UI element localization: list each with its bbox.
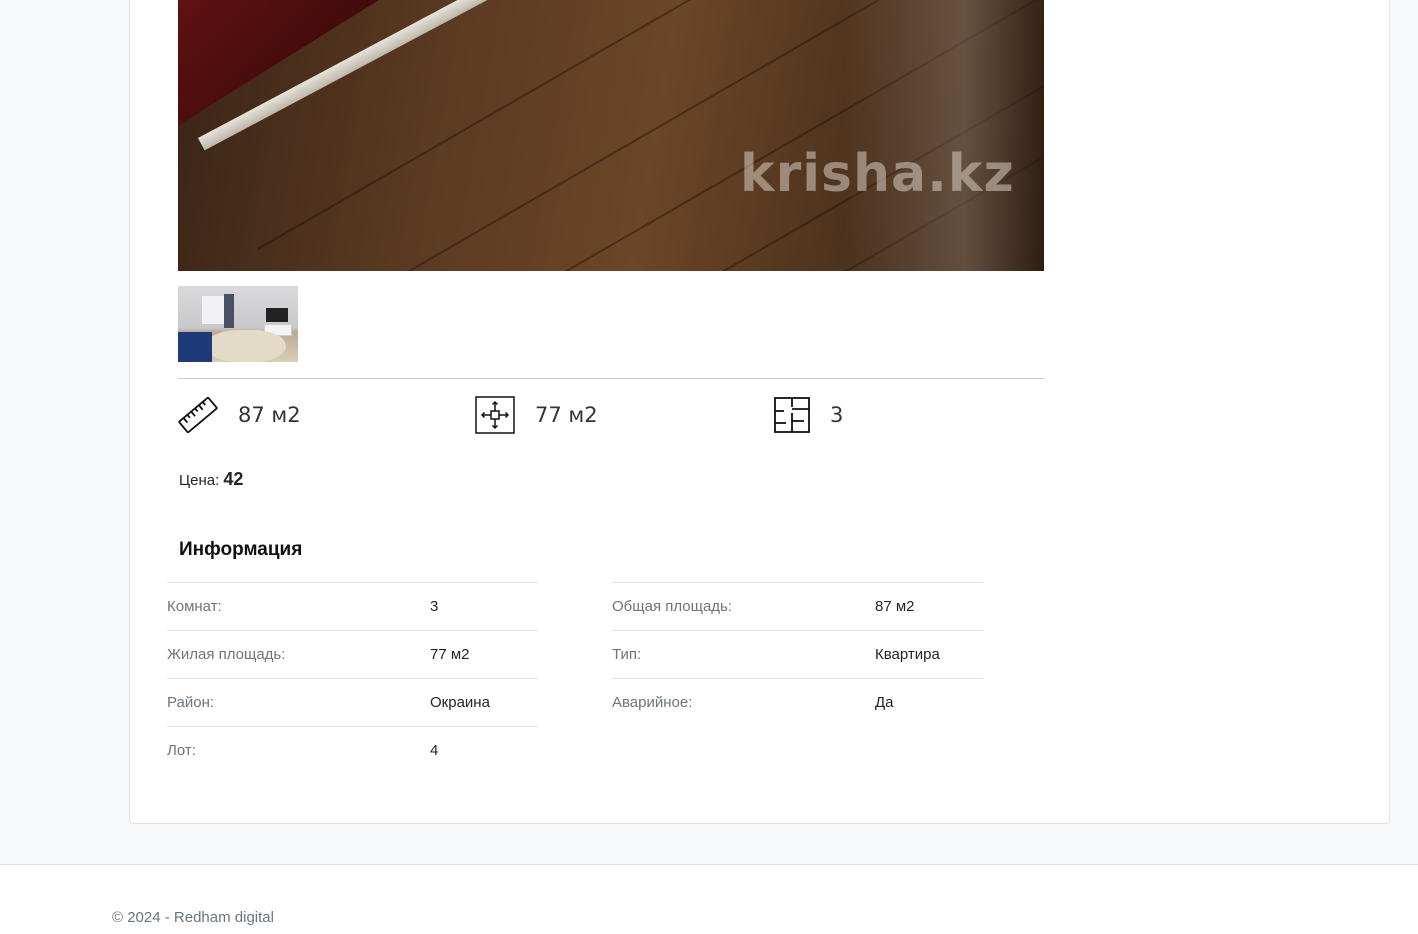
info-row: Жилая площадь: 77 м2 bbox=[167, 630, 538, 678]
price: Цена: 42 bbox=[179, 469, 243, 490]
features-divider bbox=[178, 378, 1044, 379]
feature-rooms: 3 bbox=[774, 396, 843, 434]
total-area-value: 87 м2 bbox=[238, 403, 301, 427]
info-value: 87 м2 bbox=[875, 598, 915, 615]
info-row: Комнат: 3 bbox=[167, 582, 538, 630]
info-value: Окраина bbox=[430, 694, 490, 711]
thumb-tv bbox=[266, 308, 288, 322]
info-value: 4 bbox=[430, 742, 439, 759]
thumb-rug bbox=[206, 330, 286, 362]
info-label: Лот: bbox=[167, 742, 196, 759]
info-table-right: Общая площадь: 87 м2 Тип: Квартира Авари… bbox=[612, 582, 983, 726]
price-value: 42 bbox=[223, 469, 244, 489]
expand-area-icon bbox=[475, 396, 515, 434]
info-label: Район: bbox=[167, 694, 215, 711]
info-value: 77 м2 bbox=[430, 646, 470, 663]
footer: © 2024 - Redham digital bbox=[0, 864, 1418, 934]
listing-card: krisha.kz 87 м2 77 м2 3 Цена: 42 Информа… bbox=[129, 0, 1390, 824]
info-value: 3 bbox=[430, 598, 439, 615]
rooms-value: 3 bbox=[830, 403, 844, 427]
info-label: Жилая площадь: bbox=[167, 646, 286, 663]
info-row: Тип: Квартира bbox=[612, 630, 983, 678]
info-label: Аварийное: bbox=[612, 694, 693, 711]
info-value: Да bbox=[875, 694, 894, 711]
floor-plan-icon bbox=[774, 397, 810, 433]
thumb-curtain bbox=[224, 294, 234, 328]
info-title: Информация bbox=[179, 539, 303, 560]
info-value: Квартира bbox=[875, 646, 940, 663]
info-row: Аварийное: Да bbox=[612, 678, 983, 726]
living-area-value: 77 м2 bbox=[535, 403, 598, 427]
ruler-icon bbox=[178, 396, 218, 434]
photo-sheen bbox=[844, 0, 1044, 271]
photo-watermark: krisha.kz bbox=[740, 144, 1015, 204]
info-label: Комнат: bbox=[167, 598, 222, 615]
info-row: Общая площадь: 87 м2 bbox=[612, 582, 983, 630]
footer-copyright: © 2024 - Redham digital bbox=[112, 909, 274, 926]
thumb-window bbox=[202, 296, 224, 324]
main-photo[interactable]: krisha.kz bbox=[178, 0, 1044, 271]
info-row: Район: Окраина bbox=[167, 678, 538, 726]
photo-thumbnail[interactable] bbox=[178, 286, 298, 362]
price-label: Цена: bbox=[179, 472, 220, 489]
feature-total-area: 87 м2 bbox=[178, 396, 301, 434]
feature-living-area: 77 м2 bbox=[475, 396, 598, 434]
info-table-left: Комнат: 3 Жилая площадь: 77 м2 Район: Ок… bbox=[167, 582, 538, 774]
info-label: Общая площадь: bbox=[612, 598, 733, 615]
thumb-sofa bbox=[178, 332, 212, 362]
info-row: Лот: 4 bbox=[167, 726, 538, 774]
info-label: Тип: bbox=[612, 646, 642, 663]
